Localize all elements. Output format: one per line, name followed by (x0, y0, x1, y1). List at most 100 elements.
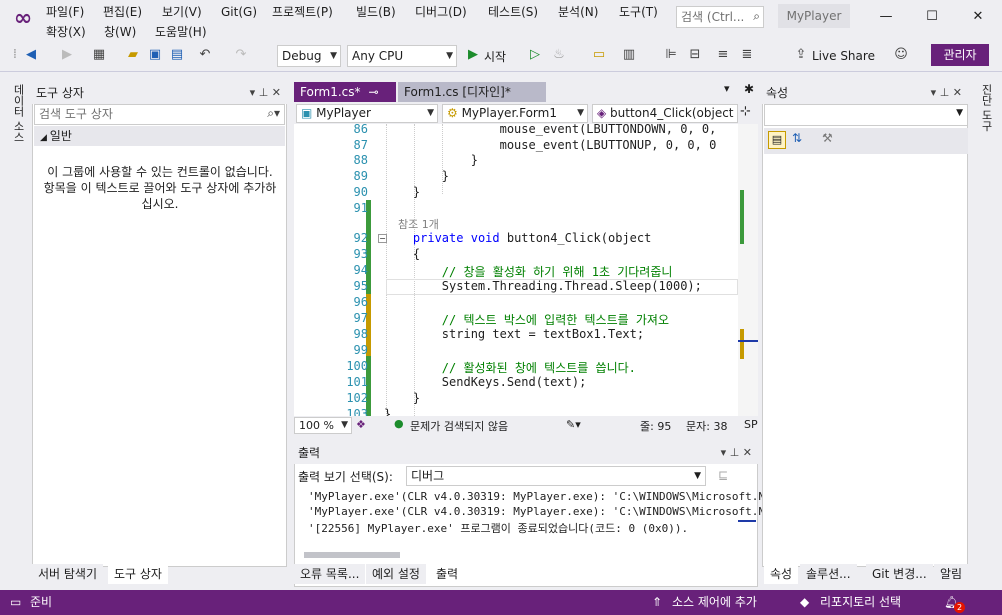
menu-test[interactable]: 테스트(S) (488, 4, 538, 20)
search-icon: ⌕▾ (267, 106, 280, 120)
line-number: 95 (353, 279, 368, 293)
redo-icon[interactable]: ↷ (232, 46, 250, 64)
project-select[interactable]: ▣ MyPlayer ▼ (296, 104, 438, 123)
class-icon: ⚙ (447, 106, 462, 120)
menu-view[interactable]: 보기(V) (162, 4, 202, 20)
search-icon: ⌕ (753, 9, 760, 23)
bookmark-icon[interactable]: ⊟ (686, 46, 704, 64)
align-left-icon[interactable]: ⊫ (662, 46, 680, 64)
member-select[interactable]: ◈ button4_Click(object (592, 104, 738, 123)
tab-exception-settings[interactable]: 예외 설정 (366, 564, 426, 584)
output-scroll-marker (738, 520, 756, 522)
split-editor-icon[interactable]: ⊹ (740, 104, 751, 119)
feedback-icon[interactable]: ☺ (892, 46, 910, 64)
line-indicator[interactable]: 줄: 95 (640, 418, 671, 434)
menu-git[interactable]: Git(G) (221, 4, 257, 20)
toolbox-group-general[interactable]: ◢ 일반 (34, 126, 285, 146)
menu-extensions[interactable]: 확장(X) (46, 24, 86, 40)
add-to-source-control[interactable]: 소스 제어에 추가 (672, 590, 757, 615)
menu-window[interactable]: 창(W) (104, 24, 136, 40)
uncomment-icon[interactable]: ≣ (738, 46, 756, 64)
diagnostic-tools-tab[interactable]: 진단 도구 (978, 84, 994, 132)
menu-file[interactable]: 파일(F) (46, 4, 84, 20)
menu-edit[interactable]: 편집(E) (103, 4, 142, 20)
menu-help[interactable]: 도움말(H) (155, 24, 207, 40)
gear-icon[interactable]: ✱ (744, 82, 754, 96)
class-select[interactable]: ⚙ MyPlayer.Form1 ▼ (442, 104, 588, 123)
menu-tools[interactable]: 도구(T) (619, 4, 658, 20)
toolbox-header: 도구 상자 ▾ ⊥ ✕ (32, 82, 287, 104)
whitespace-mode[interactable]: SP (744, 418, 758, 431)
git-repo-icon: ◆ (800, 595, 810, 609)
tab-git-changes[interactable]: Git 변경... (866, 564, 933, 584)
live-share-button[interactable]: Live Share (812, 49, 875, 63)
visual-studio-logo-icon[interactable]: ∞ (10, 6, 36, 32)
close-icon[interactable]: ✕ (958, 4, 998, 30)
toolbox-search-input[interactable]: 검색 도구 상자 ⌕▾ (34, 104, 285, 125)
window-layout-icon[interactable]: ▥ (620, 46, 638, 64)
menu-build[interactable]: 빌드(B) (356, 4, 396, 20)
wrench-icon[interactable]: ⚒ (822, 131, 833, 145)
navigate-forward-icon[interactable]: ▶ (58, 46, 76, 64)
data-sources-tab[interactable]: 데이터 소스 (10, 84, 26, 143)
clear-output-icon[interactable]: ⊑ (718, 468, 728, 482)
open-folder-icon[interactable]: ▰ (124, 46, 142, 64)
tab-form1-design[interactable]: Form1.cs [디자인]* (398, 82, 546, 102)
toolbox-empty-message: 이 그룹에 사용할 수 있는 컨트롤이 없습니다. 항목을 이 텍스트로 끌어와… (43, 165, 277, 211)
tab-error-list[interactable]: 오류 목록... (294, 564, 366, 584)
column-indicator[interactable]: 문자: 38 (686, 418, 727, 434)
maximize-icon[interactable]: ☐ (912, 4, 952, 30)
navigate-back-icon[interactable]: ◀ (22, 46, 40, 64)
live-share-icon[interactable]: ⇪ (792, 46, 810, 64)
alphabetical-icon[interactable]: ⇅ (792, 131, 802, 145)
solution-title: MyPlayer (778, 4, 850, 28)
tab-overflow-icon[interactable]: ▾ (724, 82, 730, 95)
editor-vertical-scrollbar[interactable] (738, 124, 758, 416)
zoom-select[interactable]: 100 % ▼ (294, 417, 352, 434)
solution-platform-select[interactable]: Any CPU ▼ (347, 45, 457, 67)
output-title: 출력 (298, 446, 321, 460)
save-all-icon[interactable]: ▤ (168, 46, 186, 64)
new-project-icon[interactable]: ▦ (90, 46, 108, 64)
undo-icon[interactable]: ↶ (196, 46, 214, 64)
line-number: 90 (353, 185, 368, 199)
start-button-label[interactable]: 시작 (484, 48, 506, 65)
solution-explorer-icon[interactable]: ▭ (590, 46, 608, 64)
tab-notifications[interactable]: 알림 (934, 564, 969, 584)
properties-object-select[interactable]: ▼ (764, 104, 968, 126)
start-without-debugging-icon[interactable]: ▷ (526, 46, 544, 64)
intellicode-icon[interactable]: ❖ (356, 418, 366, 431)
codelens-references[interactable]: 참조 1개 (384, 216, 439, 232)
panel-controls-icon[interactable]: ▾ ⊥ ✕ (721, 442, 752, 464)
select-repository[interactable]: 리포지토리 선택 (820, 590, 901, 615)
menu-analyze[interactable]: 분석(N) (558, 4, 598, 20)
chevron-down-icon: ▼ (577, 108, 584, 118)
tab-output[interactable]: 출력 (430, 564, 465, 584)
hot-reload-icon[interactable]: ♨ (550, 46, 568, 64)
comment-icon[interactable]: ≡ (714, 46, 732, 64)
start-debugging-icon[interactable]: ▶ (464, 46, 482, 64)
code-editor[interactable]: − 86 mouse_event(LBUTTONDOWN, 0, 0, 87 m… (294, 124, 738, 416)
tab-toolbox[interactable]: 도구 상자 (108, 564, 168, 584)
tab-server-explorer[interactable]: 서버 탐색기 (32, 564, 104, 584)
menu-project[interactable]: 프로젝트(P) (272, 4, 333, 20)
properties-title: 속성 (766, 86, 789, 100)
categorized-icon[interactable]: ▤ (768, 131, 786, 149)
panel-controls-icon[interactable]: ▾ ⊥ ✕ (931, 82, 962, 104)
minimize-icon[interactable]: — (866, 4, 906, 30)
admin-badge[interactable]: 관리자 (931, 44, 989, 66)
panel-controls-icon[interactable]: ▾ ⊥ ✕ (250, 82, 281, 104)
issues-status[interactable]: 문제가 검색되지 않음 (410, 418, 508, 434)
tab-properties[interactable]: 속성 (764, 564, 799, 584)
search-input[interactable]: 검색 (Ctrl... ⌕ (676, 6, 764, 28)
solution-configuration-select[interactable]: Debug ▼ (277, 45, 341, 67)
save-icon[interactable]: ▣ (146, 46, 164, 64)
status-ready: 준비 (30, 595, 53, 609)
output-source-select[interactable]: 디버그 ▼ (406, 466, 706, 486)
tab-form1-cs[interactable]: Form1.cs*⊸ ✕ (294, 82, 396, 119)
menu-debug[interactable]: 디버그(D) (415, 4, 467, 20)
configuration-value: Debug (282, 49, 322, 63)
tab-solution-explorer[interactable]: 솔루션... (800, 564, 857, 584)
code-cleanup-icon[interactable]: ✎▾ (566, 418, 581, 431)
output-horizontal-scrollbar[interactable] (304, 552, 400, 558)
